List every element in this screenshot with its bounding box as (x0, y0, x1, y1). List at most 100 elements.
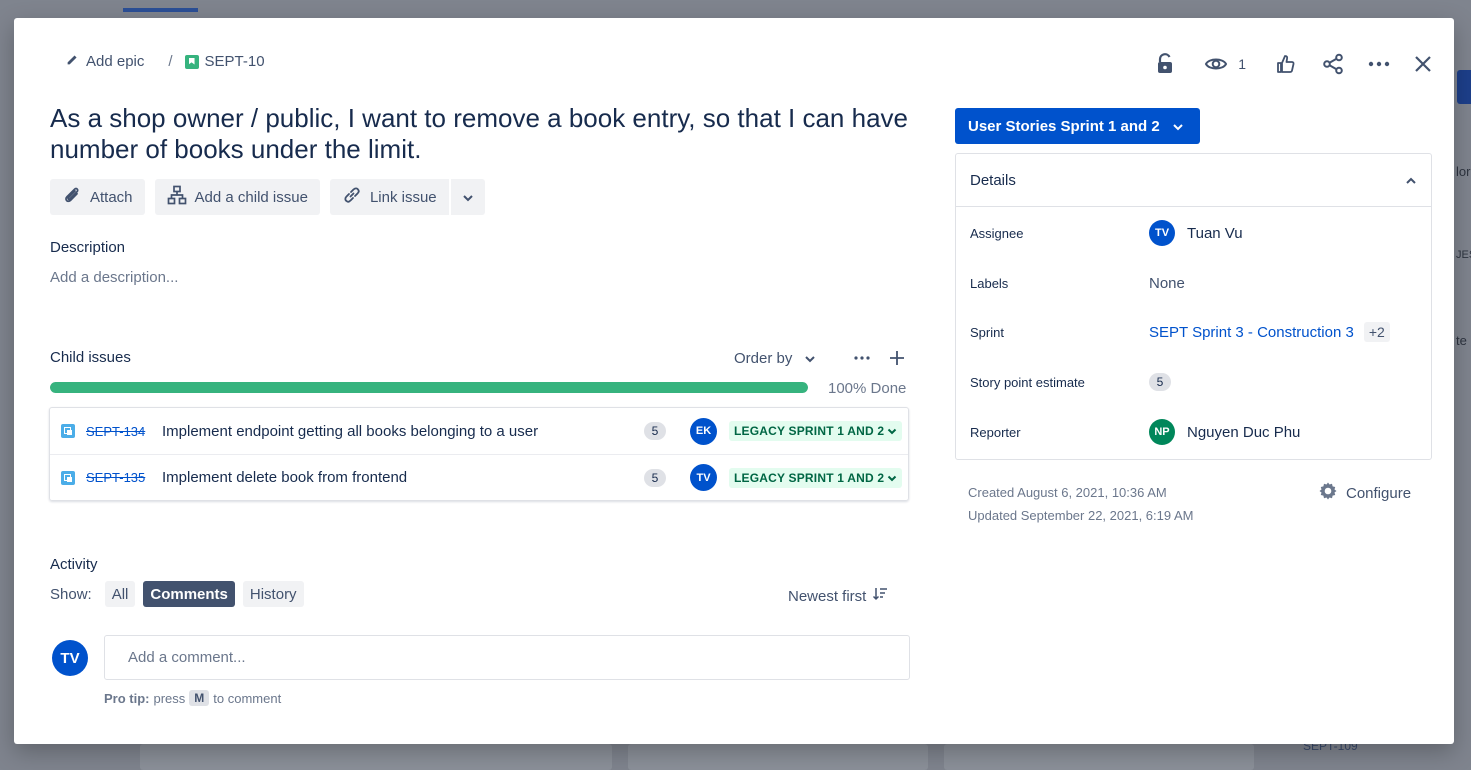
child-issues-list: SEPT-134 Implement endpoint getting all … (49, 407, 909, 501)
link-icon (342, 185, 362, 209)
status-lozenge[interactable]: LEGACY SPRINT 1 AND 2 (729, 467, 903, 488)
child-issues-heading: Child issues (50, 349, 131, 366)
issue-key: SEPT-10 (204, 53, 265, 70)
thumbs-up-icon (1276, 54, 1296, 74)
issue-modal: Add epic / SEPT-10 1 As a shop owner / p… (14, 18, 1454, 744)
reporter-value[interactable]: NP Nguyen Duc Phu (1149, 419, 1300, 445)
child-issues-header: Child issues Order by (50, 348, 908, 372)
pro-tip: Pro tip: press M to comment (104, 690, 281, 706)
issue-key-link[interactable]: SEPT-10 (184, 53, 265, 70)
filter-history-button[interactable]: History (242, 581, 304, 607)
eye-icon (1204, 55, 1228, 73)
more-actions-button[interactable] (1368, 50, 1390, 78)
avatar: TV (1149, 220, 1175, 246)
reporter-field: Reporter NP Nguyen Duc Phu (970, 417, 1420, 447)
reporter-name: Nguyen Duc Phu (1187, 423, 1301, 441)
description-heading: Description (50, 239, 126, 256)
child-issue-summary[interactable]: Implement endpoint getting all books bel… (162, 423, 538, 440)
hierarchy-icon (167, 185, 187, 209)
more-icon (853, 355, 871, 372)
pro-tip-text: to comment (213, 690, 282, 706)
link-issue-split-button: Link issue (329, 179, 485, 215)
close-button[interactable] (1414, 50, 1432, 78)
field-label: Story point estimate (970, 374, 1085, 390)
status-lozenge[interactable]: LEGACY SPRINT 1 AND 2 (729, 421, 903, 441)
details-panel: Details Assignee TV Tuan Vu Labels None … (955, 153, 1432, 460)
lock-button[interactable] (1156, 50, 1174, 78)
sprint-link[interactable]: SEPT Sprint 3 - Construction 3 (1149, 324, 1354, 341)
progress-fill (50, 382, 808, 393)
comment-input[interactable]: Add a comment... (104, 635, 910, 680)
story-points-badge: 5 (644, 468, 666, 487)
add-child-label: Add a child issue (194, 188, 308, 206)
add-child-issue-plus-button[interactable] (888, 348, 906, 373)
plus-icon (888, 351, 906, 372)
description-field[interactable]: Add a description... (50, 269, 178, 286)
share-button[interactable] (1322, 50, 1344, 78)
child-issue-summary[interactable]: Implement delete book from frontend (162, 469, 407, 486)
child-issue-key[interactable]: SEPT-134 (86, 424, 145, 439)
created-date: Created August 6, 2021, 10:36 AM (968, 485, 1167, 500)
child-issue-key[interactable]: SEPT-135 (86, 470, 145, 485)
status-label: LEGACY SPRINT 1 AND 2 (734, 424, 885, 438)
configure-button[interactable]: Configure (1318, 481, 1411, 505)
issue-toolbar: Attach Add a child issue Link issue (50, 179, 485, 215)
issue-title[interactable]: As a shop owner / public, I want to remo… (50, 103, 910, 165)
field-label: Sprint (970, 324, 1004, 340)
keyboard-shortcut: M (189, 690, 210, 706)
updated-date: Updated September 22, 2021, 6:19 AM (968, 508, 1194, 523)
child-issue-row[interactable]: SEPT-135 Implement delete book from fron… (50, 454, 908, 500)
chevron-down-icon (462, 189, 474, 206)
vote-button[interactable] (1276, 50, 1296, 78)
background-create-button (1457, 70, 1471, 104)
unlock-icon (1156, 53, 1174, 75)
progress-bar (50, 382, 808, 393)
paperclip-icon (62, 185, 82, 209)
sort-order-button[interactable]: Newest first (788, 587, 888, 605)
progress-label: 100% Done (828, 380, 907, 397)
order-by-dropdown[interactable]: Order by (734, 350, 816, 367)
sprint-extra-count[interactable]: +2 (1363, 322, 1390, 342)
add-child-issue-button[interactable]: Add a child issue (154, 179, 320, 215)
add-epic-link[interactable]: Add epic (66, 53, 144, 70)
sprint-field: Sprint SEPT Sprint 3 - Construction 3 +2 (970, 317, 1420, 347)
sprint-value[interactable]: SEPT Sprint 3 - Construction 3 +2 (1149, 322, 1390, 342)
filter-all-button[interactable]: All (104, 581, 136, 607)
assignee-name: Tuan Vu (1187, 224, 1243, 242)
activity-filters: Show: All Comments History (50, 581, 304, 607)
subtask-icon (61, 470, 75, 485)
add-epic-label: Add epic (86, 53, 145, 70)
chevron-down-icon (887, 424, 897, 438)
avatar[interactable]: EK (690, 417, 717, 445)
status-transition-button[interactable]: User Stories Sprint 1 and 2 (955, 108, 1200, 144)
avatar[interactable]: TV (690, 464, 717, 491)
more-toolbar-dropdown[interactable] (449, 179, 485, 215)
avatar: TV (52, 640, 88, 676)
chevron-down-icon (1172, 118, 1184, 135)
link-issue-button[interactable]: Link issue (329, 179, 449, 215)
subtask-icon (61, 424, 75, 438)
attach-label: Attach (90, 188, 133, 206)
child-progress: 100% Done (50, 380, 910, 397)
background-text: JES (1456, 249, 1471, 261)
sort-label: Newest first (788, 587, 867, 605)
chevron-up-icon (1405, 172, 1417, 189)
header-actions: 1 (1130, 50, 1432, 78)
breadcrumb: Add epic / SEPT-10 (66, 53, 265, 70)
assignee-value[interactable]: TV Tuan Vu (1149, 220, 1243, 246)
story-points-value[interactable]: 5 (1149, 373, 1171, 391)
background-column (140, 744, 612, 770)
chevron-down-icon (887, 471, 897, 485)
issue-dates: Created August 6, 2021, 10:36 AM Updated… (968, 481, 1194, 527)
watch-button[interactable]: 1 (1204, 50, 1246, 78)
filter-comments-button[interactable]: Comments (143, 581, 235, 607)
labels-value[interactable]: None (1149, 275, 1185, 292)
background-text: lor (1456, 164, 1471, 179)
attach-button[interactable]: Attach (50, 179, 145, 215)
link-issue-label: Link issue (369, 188, 437, 206)
child-more-button[interactable] (853, 348, 871, 373)
child-issue-row[interactable]: SEPT-134 Implement endpoint getting all … (50, 408, 908, 454)
pro-tip-label: Pro tip: (104, 690, 150, 706)
details-header[interactable]: Details (956, 154, 1431, 207)
labels-field: Labels None (970, 268, 1420, 298)
